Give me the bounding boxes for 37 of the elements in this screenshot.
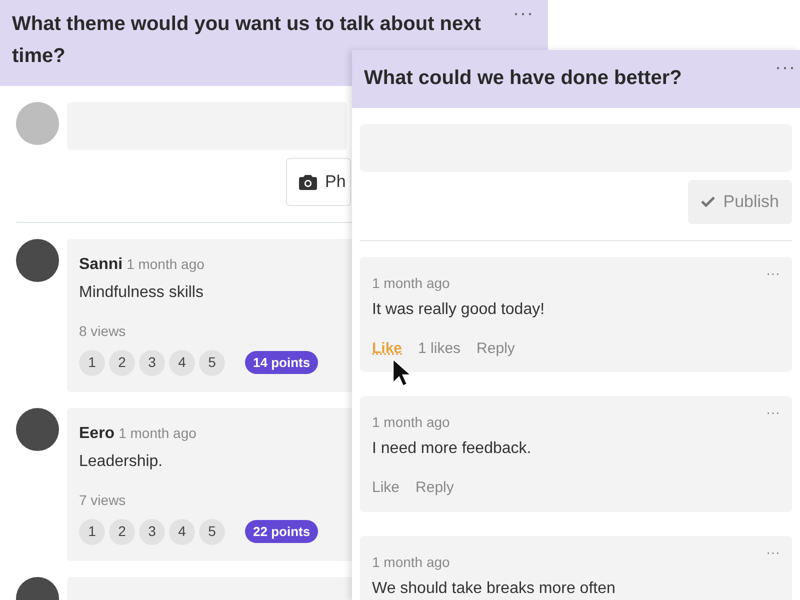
rating-button[interactable]: 4 xyxy=(169,518,195,544)
rating-button[interactable]: 1 xyxy=(79,350,105,376)
points-badge: 22 points xyxy=(245,520,318,544)
rating-button[interactable]: 5 xyxy=(199,518,225,544)
avatar-placeholder xyxy=(16,408,59,450)
timestamp: 1 month ago xyxy=(372,552,450,572)
rating-button[interactable]: 5 xyxy=(199,350,225,376)
rating-button[interactable]: 3 xyxy=(139,518,165,544)
camera-icon xyxy=(299,174,317,190)
timestamp: 1 month ago xyxy=(372,274,450,293)
timestamp: 1 month ago xyxy=(126,254,204,274)
rating-button[interactable]: 1 xyxy=(79,518,105,544)
like-count: 1 likes xyxy=(418,338,461,358)
more-options-button[interactable]: ··· xyxy=(513,0,534,27)
rating-button[interactable]: 3 xyxy=(139,350,165,376)
timestamp: 1 month ago xyxy=(372,413,450,432)
view-count: 8 views xyxy=(79,322,126,340)
avatar-placeholder xyxy=(16,238,59,282)
panel-title: What theme would you want us to talk about next time? xyxy=(12,12,482,69)
comment-text: We should take breaks more often xyxy=(372,578,616,598)
rating-button[interactable]: 2 xyxy=(109,518,135,544)
photo-button[interactable]: Ph xyxy=(286,158,351,206)
rating-button[interactable]: 4 xyxy=(169,350,195,376)
panel-title: What could we have done better? xyxy=(364,66,682,91)
comment-text: It was really good today! xyxy=(372,300,545,320)
timestamp: 1 month ago xyxy=(118,424,196,443)
comment-text: Mindfulness skills xyxy=(79,282,204,302)
more-options-button[interactable]: ··· xyxy=(775,54,796,81)
avatar-placeholder xyxy=(16,102,59,145)
points-badge: 14 points xyxy=(245,350,318,374)
check-icon xyxy=(701,196,716,208)
author-name: Eero xyxy=(79,424,115,444)
comment-text: Leadership. xyxy=(79,452,163,472)
author-name: Sanni xyxy=(79,254,123,274)
view-count: 7 views xyxy=(79,490,126,510)
comment-text: I need more feedback. xyxy=(372,439,532,459)
rating-button[interactable]: 2 xyxy=(109,350,135,376)
